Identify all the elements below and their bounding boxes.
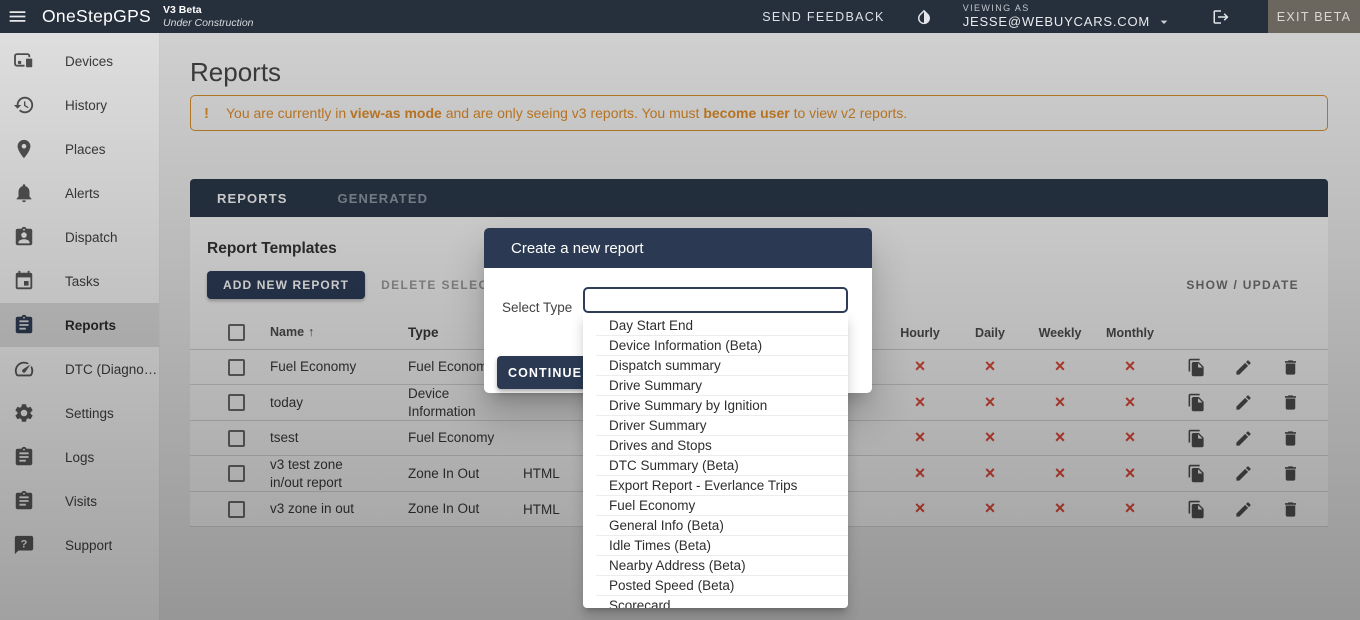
report-type-option[interactable]: Nearby Address (Beta) (583, 556, 848, 576)
report-type-option[interactable]: Dispatch summary (583, 356, 848, 376)
version-label: V3 Beta (163, 4, 253, 16)
report-type-option[interactable]: Device Information (Beta) (583, 336, 848, 356)
logout-icon (1212, 8, 1230, 26)
exit-beta-button[interactable]: EXIT BETA (1268, 0, 1360, 33)
report-type-option[interactable]: Drive Summary (583, 376, 848, 396)
caret-down-icon (1156, 14, 1172, 30)
report-type-option[interactable]: General Info (Beta) (583, 516, 848, 536)
theme-toggle-button[interactable] (915, 8, 933, 26)
report-type-option[interactable]: DTC Summary (Beta) (583, 456, 848, 476)
report-type-option[interactable]: Scorecard (583, 596, 848, 608)
version-subtitle: Under Construction (163, 17, 253, 29)
report-type-option[interactable]: Posted Speed (Beta) (583, 576, 848, 596)
report-type-option[interactable]: Fuel Economy (583, 496, 848, 516)
report-type-option[interactable]: Day Start End (583, 316, 848, 336)
invert-colors-icon (915, 8, 933, 26)
modal-title: Create a new report (484, 228, 872, 268)
app-screen: OneStepGPS V3 Beta Under Construction SE… (0, 0, 1360, 620)
viewing-as-label: VIEWING AS (963, 3, 1172, 14)
viewing-as-user: JESSE@WEBUYCARS.COM (963, 14, 1150, 30)
report-type-option[interactable]: Export Report - Everlance Trips (583, 476, 848, 496)
top-bar: OneStepGPS V3 Beta Under Construction SE… (0, 0, 1360, 33)
report-type-option[interactable]: Drive Summary by Ignition (583, 396, 848, 416)
report-type-menu: Day Start End Device Information (Beta) … (583, 313, 848, 608)
report-type-option[interactable]: Idle Times (Beta) (583, 536, 848, 556)
report-type-option[interactable]: Drives and Stops (583, 436, 848, 456)
select-type-input[interactable] (583, 287, 848, 313)
menu-icon[interactable] (0, 0, 34, 33)
continue-button[interactable]: CONTINUE (497, 356, 593, 389)
select-type-label: Select Type (502, 300, 572, 315)
brand-logo: OneStepGPS (42, 6, 151, 27)
report-type-option[interactable]: Driver Summary (583, 416, 848, 436)
logout-button[interactable] (1212, 8, 1230, 26)
viewing-as-dropdown[interactable]: VIEWING AS JESSE@WEBUYCARS.COM (963, 3, 1172, 30)
send-feedback-button[interactable]: SEND FEEDBACK (762, 10, 884, 24)
version-info: V3 Beta Under Construction (163, 4, 253, 28)
